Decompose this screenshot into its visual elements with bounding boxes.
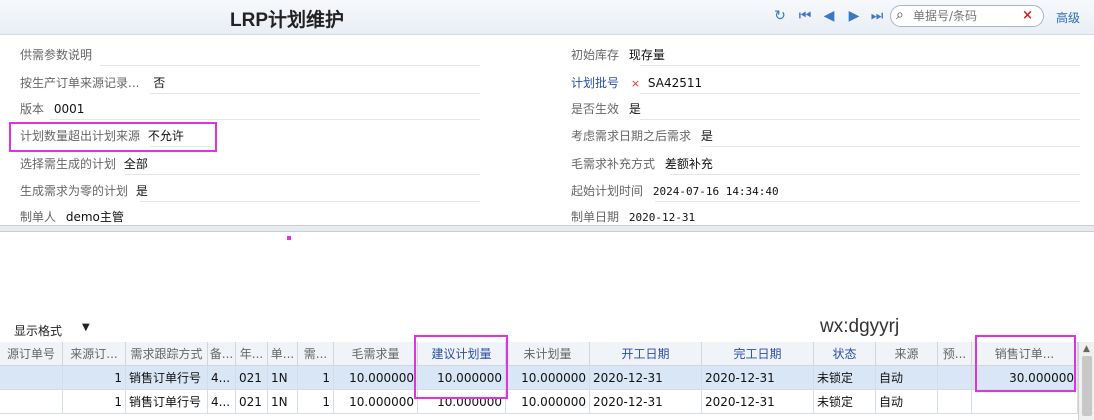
pane-splitter[interactable] bbox=[0, 225, 1094, 232]
table-row-0-cell-0[interactable] bbox=[0, 366, 63, 390]
field-by-production-order: 按生产订单来源记录... 否 bbox=[20, 76, 166, 90]
chevron-down-icon[interactable]: ▼ bbox=[82, 322, 90, 333]
previous-record-icon[interactable]: ◀ bbox=[821, 7, 837, 25]
table-row-0-cell-11[interactable]: 2020-12-31 bbox=[702, 366, 814, 390]
grid-vertical-scrollbar[interactable]: ▲ bbox=[1078, 342, 1094, 420]
table-row-0-cell-1[interactable]: 1 bbox=[63, 366, 126, 390]
search-box[interactable]: ⌕ × bbox=[890, 5, 1044, 27]
table-row-1-cell-7[interactable]: 10.000000 bbox=[334, 390, 418, 414]
col-demand-type[interactable]: 需... bbox=[298, 342, 334, 366]
table-row-0-cell-13[interactable]: 自动 bbox=[876, 366, 938, 390]
table-row-1-cell-10[interactable]: 2020-12-31 bbox=[590, 390, 702, 414]
table-row-1-cell-3[interactable]: 4... bbox=[208, 390, 236, 414]
search-input[interactable] bbox=[913, 8, 1013, 24]
table-row-1-cell-1[interactable]: 1 bbox=[63, 390, 126, 414]
col-unit[interactable]: 单... bbox=[268, 342, 298, 366]
table-row-1-cell-15[interactable] bbox=[972, 390, 1078, 414]
col-forecast[interactable]: 预... bbox=[938, 342, 972, 366]
field-is-effective: 是否生效 是 bbox=[571, 102, 641, 116]
first-record-icon[interactable]: ⏮ bbox=[797, 7, 813, 25]
clear-search-icon[interactable]: × bbox=[1022, 8, 1033, 23]
table-row-1-cell-6[interactable]: 1 bbox=[298, 390, 334, 414]
table-row-0-cell-7[interactable]: 10.000000 bbox=[334, 366, 418, 390]
col-start-date[interactable]: 开工日期 bbox=[590, 342, 702, 366]
table-row-0-cell-10[interactable]: 2020-12-31 bbox=[590, 366, 702, 390]
page-title: LRP计划维护 bbox=[230, 10, 345, 31]
watermark-text: wx:dgyyrj bbox=[820, 316, 900, 337]
col-source-order-no[interactable]: 源订单号 bbox=[0, 342, 63, 366]
table-row-0-cell-12[interactable]: 未锁定 bbox=[814, 366, 876, 390]
col-gross-demand[interactable]: 毛需求量 bbox=[334, 342, 418, 366]
table-row-0-cell-5[interactable]: 1N bbox=[268, 366, 298, 390]
field-creator: 制单人 demo主管 bbox=[20, 210, 124, 223]
table-row-1-cell-12[interactable]: 未锁定 bbox=[814, 390, 876, 414]
scroll-up-icon[interactable]: ▲ bbox=[1083, 344, 1090, 354]
refresh-icon[interactable]: ↻ bbox=[772, 7, 788, 25]
required-icon: × bbox=[630, 77, 641, 90]
highlight-plan-qty-exceed bbox=[9, 122, 217, 152]
field-supply-demand-params: 供需参数说明 bbox=[20, 48, 93, 62]
next-record-icon[interactable]: ▶ bbox=[846, 7, 862, 25]
table-row-1-cell-11[interactable]: 2020-12-31 bbox=[702, 390, 814, 414]
field-consider-later-demand: 考虑需求日期之后需求 是 bbox=[571, 129, 713, 143]
last-record-icon[interactable]: ⏭ bbox=[869, 7, 885, 25]
field-initial-stock: 初始库存 现存量 bbox=[571, 48, 665, 62]
table-row-0-cell-3[interactable]: 4... bbox=[208, 366, 236, 390]
field-plan-batch-no: 计划批号 × SA42511 bbox=[571, 76, 703, 90]
table-row-1-cell-4[interactable]: 021 bbox=[236, 390, 268, 414]
col-source[interactable]: 来源 bbox=[876, 342, 938, 366]
table-row-1-cell-9[interactable]: 10.000000 bbox=[506, 390, 590, 414]
highlight-sales-order bbox=[975, 335, 1076, 392]
col-source-order-line[interactable]: 来源订... bbox=[63, 342, 126, 366]
col-status[interactable]: 状态 bbox=[814, 342, 876, 366]
field-version: 版本 0001 bbox=[20, 102, 85, 116]
scrollbar-thumb[interactable] bbox=[1082, 356, 1092, 416]
col-demand-tracking[interactable]: 需求跟踪方式 bbox=[126, 342, 208, 366]
table-row-1-cell-0[interactable] bbox=[0, 390, 63, 414]
table-row-1-cell-2[interactable]: 销售订单行号 bbox=[126, 390, 208, 414]
plan-detail-grid: 源订单号 来源订... 需求跟踪方式 备... 年... 单... 需... 毛… bbox=[0, 335, 1078, 420]
table-row-1-cell-13[interactable]: 自动 bbox=[876, 390, 938, 414]
table-row-0-cell-2[interactable]: 销售订单行号 bbox=[126, 366, 208, 390]
advanced-search-link[interactable]: 高级 bbox=[1056, 9, 1080, 26]
field-select-plan: 选择需生成的计划 全部 bbox=[20, 157, 148, 171]
field-create-date: 制单日期 2020-12-31 bbox=[571, 210, 696, 223]
header-form: 供需参数说明 按生产订单来源记录... 否 版本 0001 计划数量超出计划来源… bbox=[0, 35, 1094, 223]
marker-dot bbox=[287, 236, 291, 240]
table-row-0-cell-6[interactable]: 1 bbox=[298, 366, 334, 390]
col-unplanned-qty[interactable]: 未计划量 bbox=[506, 342, 590, 366]
col-year[interactable]: 年... bbox=[236, 342, 268, 366]
table-row-1-cell-5[interactable]: 1N bbox=[268, 390, 298, 414]
field-start-plan-time: 起始计划时间 2024-07-16 14:34:40 bbox=[571, 184, 779, 198]
field-gross-replenish-mode: 毛需求补充方式 差额补充 bbox=[571, 157, 713, 171]
table-row-0-cell-14[interactable] bbox=[938, 366, 972, 390]
table-row-0-cell-9[interactable]: 10.000000 bbox=[506, 366, 590, 390]
grid-toolbar: 显示格式 ▼ bbox=[0, 318, 1094, 342]
highlight-suggested-plan-qty bbox=[414, 335, 508, 399]
table-row-0-cell-4[interactable]: 021 bbox=[236, 366, 268, 390]
title-bar: LRP计划维护 ↻ ⏮ ◀ ▶ ⏭ ⌕ × 高级 bbox=[0, 0, 1094, 35]
search-icon: ⌕ bbox=[896, 7, 904, 23]
col-finish-date[interactable]: 完工日期 bbox=[702, 342, 814, 366]
field-zero-demand-plan: 生成需求为零的计划 是 bbox=[20, 184, 148, 198]
col-remark[interactable]: 备... bbox=[208, 342, 236, 366]
display-format-button[interactable]: 显示格式 bbox=[14, 322, 62, 339]
table-row-1-cell-14[interactable] bbox=[938, 390, 972, 414]
